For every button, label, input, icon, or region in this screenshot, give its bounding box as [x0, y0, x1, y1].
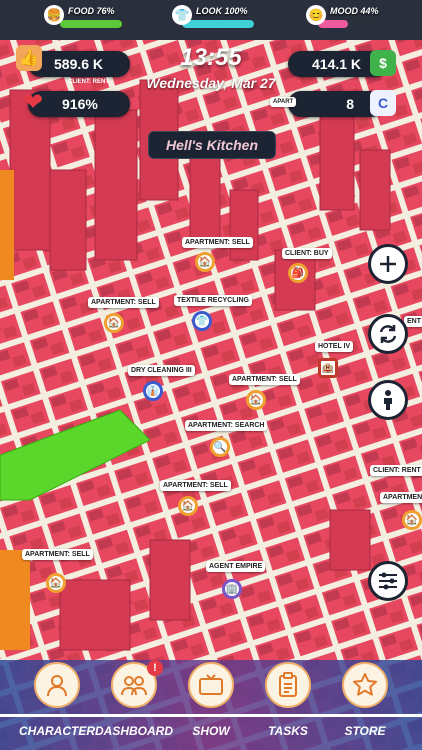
character-button[interactable] — [34, 662, 80, 708]
nav-divider — [0, 714, 422, 717]
agent-empire-marker[interactable]: 🏢 — [222, 579, 242, 599]
group-icon — [121, 676, 147, 696]
map-tag-apart: APART — [270, 97, 297, 107]
map-tag-apartment-sell: APARTMENT: SELL — [88, 297, 159, 308]
food-fill — [60, 20, 123, 28]
map-tag-apartment-search: APARTMENT: SEARCH — [185, 420, 268, 431]
sync-button[interactable] — [368, 314, 408, 354]
food-stat: FOOD 76% — [60, 6, 142, 34]
client-marker[interactable]: 🎒 — [288, 263, 308, 283]
map-tag-textile-recycling: TEXTILE RECYCLING — [174, 295, 252, 306]
recycling-marker[interactable]: 👕 — [192, 311, 212, 331]
add-button[interactable] — [368, 244, 408, 284]
nav-label-show[interactable]: SHOW — [169, 724, 253, 738]
look-label: LOOK 100% — [196, 6, 248, 16]
mood-label: MOOD 44% — [330, 6, 379, 16]
store-button[interactable] — [342, 662, 388, 708]
mood-icon: 😊 — [306, 5, 326, 25]
heart-icon: ❤ — [22, 88, 44, 116]
look-stat: LOOK 100% — [182, 6, 254, 34]
sync-icon — [379, 325, 397, 343]
settings-button[interactable] — [368, 561, 408, 601]
nav-label-dashboard[interactable]: DASHBOARD — [92, 724, 176, 738]
apartment-marker[interactable]: 🏠 — [104, 313, 124, 333]
map-tag-client-buy: CLIENT: BUY — [282, 248, 332, 259]
map-tag-apartment-sell: APARTMENT: SELL — [22, 549, 93, 560]
menu-icon — [379, 572, 397, 590]
food-icon: 🍔 — [44, 5, 64, 25]
look-fill — [182, 20, 254, 28]
dry-cleaning-marker[interactable]: 👔 — [143, 381, 163, 401]
show-button[interactable] — [188, 662, 234, 708]
map-tag-apartment: APARTMENT — [380, 492, 422, 503]
mood-track — [318, 20, 386, 28]
nav-label-store[interactable]: STORE — [323, 724, 407, 738]
nav-label-character[interactable]: CHARACTER — [15, 724, 99, 738]
look-track — [182, 20, 254, 28]
map-tag-client-rent: CLIENT: RENT — [370, 465, 422, 476]
plus-icon — [380, 256, 396, 272]
star-icon — [353, 673, 377, 696]
cash-icon: $ — [370, 50, 396, 76]
food-track — [60, 20, 142, 28]
user-icon — [47, 675, 67, 697]
apartment-marker[interactable]: 🏠 — [246, 390, 266, 410]
search-marker[interactable]: 🔍 — [210, 437, 230, 457]
clipboard-icon — [279, 672, 297, 697]
apartment-marker[interactable]: 🏠 — [178, 496, 198, 516]
nav-label-tasks[interactable]: TASKS — [246, 724, 330, 738]
tv-icon — [199, 674, 223, 695]
apartment-marker[interactable]: 🏠 — [46, 573, 66, 593]
map-tag-apartment-sell: APARTMENT: SELL — [160, 480, 231, 491]
cash-value: 414.1 K — [312, 56, 362, 72]
hotel-marker[interactable]: 🏨 — [318, 358, 338, 378]
tasks-button[interactable] — [265, 662, 311, 708]
character-info-button[interactable] — [368, 380, 408, 420]
map-tag-agent-empire: AGENT EMPIRE — [206, 561, 266, 572]
look-icon: 👕 — [172, 5, 192, 25]
health-value: 916% — [62, 96, 98, 112]
mood-stat: MOOD 44% — [318, 6, 386, 34]
dashboard-alert-badge: ! — [147, 660, 163, 676]
map-tag-ent: ENT — [404, 316, 422, 327]
district-label[interactable]: Hell's Kitchen — [148, 131, 276, 159]
map-tag-apartment-sell: APARTMENT: SELL — [182, 237, 253, 248]
card-icon: C — [370, 90, 396, 116]
person-icon — [384, 390, 392, 410]
apartment-marker[interactable]: 🏠 — [195, 252, 215, 272]
map-tag-hotel: HOTEL IV — [315, 341, 354, 352]
game-date: Wednesday, Mar 27 — [146, 75, 276, 91]
food-label: FOOD 76% — [68, 6, 115, 16]
apartment-marker[interactable]: 🏠 — [402, 510, 422, 530]
map-tag-apartment-sell: APARTMENT: SELL — [229, 374, 300, 385]
map-tag-dry-cleaning: DRY CLEANING III — [128, 365, 195, 376]
cards-value: 8 — [346, 96, 354, 112]
